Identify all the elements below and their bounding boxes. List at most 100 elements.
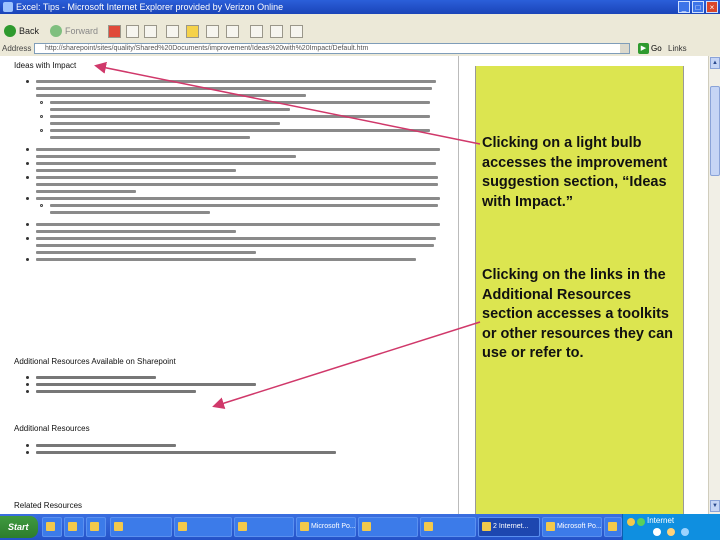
internet-explorer-icon xyxy=(3,2,13,12)
app-icon xyxy=(608,522,617,531)
browser-toolbar: Back Forward xyxy=(0,22,720,43)
resource-link[interactable] xyxy=(26,374,446,381)
scroll-up-icon[interactable]: ▲ xyxy=(710,57,720,69)
print-button[interactable] xyxy=(270,25,283,38)
taskbar-button[interactable] xyxy=(234,517,294,537)
list-item xyxy=(26,174,446,181)
callout-ideas-with-impact: Clicking on a light bulb accesses the im… xyxy=(482,135,668,210)
tray-app-icon[interactable] xyxy=(681,528,689,536)
search-icon xyxy=(166,25,179,38)
list-item xyxy=(26,92,446,99)
taskbar-button[interactable] xyxy=(604,517,622,537)
list-item xyxy=(26,153,446,160)
network-icon[interactable] xyxy=(653,528,661,536)
go-button[interactable]: ▶ Go xyxy=(638,43,662,54)
search-button[interactable] xyxy=(166,25,179,38)
list-item xyxy=(26,256,446,263)
refresh-button[interactable] xyxy=(126,25,139,38)
app-icon xyxy=(546,522,555,531)
media-icon xyxy=(206,25,219,38)
additional-resources-list xyxy=(26,442,446,456)
taskbar-button[interactable] xyxy=(110,517,172,537)
scroll-down-icon[interactable]: ▼ xyxy=(710,500,720,512)
address-dropdown-icon[interactable] xyxy=(620,44,629,53)
system-tray: Internet xyxy=(622,514,720,540)
stop-button[interactable] xyxy=(108,25,121,38)
app-icon xyxy=(68,522,77,531)
favorites-button[interactable] xyxy=(186,25,199,38)
back-arrow-icon xyxy=(4,25,16,37)
app-icon xyxy=(362,522,371,531)
quicklaunch-item[interactable] xyxy=(42,517,62,537)
list-item xyxy=(26,99,446,106)
refresh-icon xyxy=(126,25,139,38)
scroll-thumb[interactable] xyxy=(710,86,720,176)
section-title-related: Related Resources xyxy=(14,501,83,510)
app-icon xyxy=(424,522,433,531)
close-button[interactable]: × xyxy=(706,1,718,13)
minimize-button[interactable]: _ xyxy=(678,1,690,13)
taskbar-button[interactable]: Microsoft Po... xyxy=(542,517,602,537)
annotation-panel: Clicking on a light bulb accesses the im… xyxy=(475,66,684,514)
list-item xyxy=(26,221,446,228)
list-item xyxy=(26,195,446,202)
quicklaunch-item[interactable] xyxy=(64,517,84,537)
print-icon xyxy=(270,25,283,38)
go-label: Go xyxy=(651,44,662,53)
media-button[interactable] xyxy=(206,25,219,38)
star-icon xyxy=(186,25,199,38)
mail-icon xyxy=(250,25,263,38)
address-input[interactable]: http://sharepoint/sites/quality/Shared%2… xyxy=(34,43,630,54)
list-item xyxy=(26,249,446,256)
resource-link[interactable] xyxy=(26,442,446,449)
app-icon xyxy=(482,522,491,531)
windows-taskbar: Start Microsoft Po... 2 Internet... Micr… xyxy=(0,514,720,540)
list-item xyxy=(26,228,446,235)
tray-shield-icon[interactable] xyxy=(627,518,635,526)
history-button[interactable] xyxy=(226,25,239,38)
section-title-sharepoint: Additional Resources Available on Sharep… xyxy=(14,357,176,366)
app-icon xyxy=(46,522,55,531)
resource-link[interactable] xyxy=(26,388,446,395)
list-item xyxy=(26,134,446,141)
forward-button[interactable]: Forward xyxy=(50,25,98,37)
list-item xyxy=(26,127,446,134)
list-item xyxy=(26,202,446,209)
section-title-ideas[interactable]: Ideas with Impact xyxy=(14,61,76,70)
section-title-additional: Additional Resources xyxy=(14,424,90,433)
taskbar-button[interactable] xyxy=(358,517,418,537)
sharepoint-resources-list xyxy=(26,374,446,395)
start-button[interactable]: Start xyxy=(0,516,38,538)
stop-icon xyxy=(108,25,121,38)
maximize-button[interactable]: □ xyxy=(692,1,704,13)
list-item xyxy=(26,120,446,127)
list-item xyxy=(26,235,446,242)
home-button[interactable] xyxy=(144,25,157,38)
history-icon xyxy=(226,25,239,38)
window-titlebar: Excel: Tips - Microsoft Internet Explore… xyxy=(0,0,720,14)
back-button[interactable]: Back xyxy=(4,25,39,37)
resource-link[interactable] xyxy=(26,449,446,456)
home-icon xyxy=(144,25,157,38)
taskbar-button[interactable]: Microsoft Po... xyxy=(296,517,356,537)
links-label[interactable]: Links xyxy=(668,44,687,53)
taskbar-button-active[interactable]: 2 Internet... xyxy=(478,517,540,537)
taskbar-button[interactable] xyxy=(420,517,476,537)
edit-icon xyxy=(290,25,303,38)
resource-link[interactable] xyxy=(26,381,446,388)
address-bar: Address http://sharepoint/sites/quality/… xyxy=(0,42,720,57)
address-label: Address xyxy=(2,44,32,53)
edit-button[interactable] xyxy=(290,25,303,38)
list-item xyxy=(26,209,446,216)
forward-arrow-icon xyxy=(50,25,62,37)
mail-button[interactable] xyxy=(250,25,263,38)
taskbar-button[interactable] xyxy=(174,517,232,537)
vertical-scrollbar[interactable]: ▲ ▼ xyxy=(708,56,720,514)
back-label: Back xyxy=(19,26,40,36)
list-item xyxy=(26,188,446,195)
window-title: Excel: Tips - Microsoft Internet Explore… xyxy=(16,2,284,12)
quicklaunch-item[interactable] xyxy=(86,517,106,537)
ideas-list xyxy=(26,78,446,263)
volume-icon[interactable] xyxy=(667,528,675,536)
list-item xyxy=(26,85,446,92)
